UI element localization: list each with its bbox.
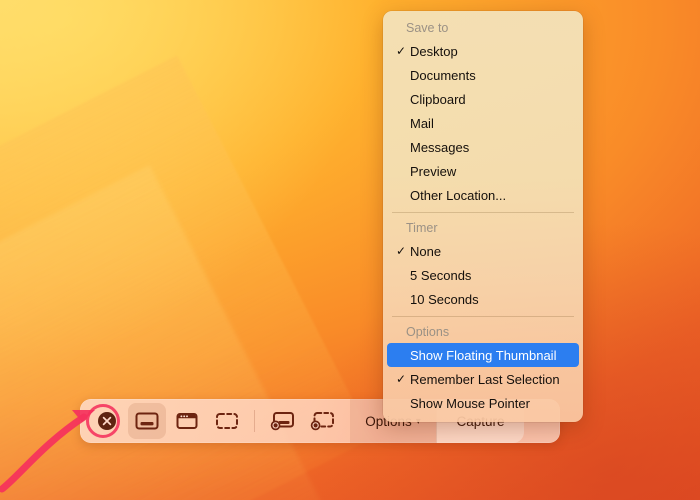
capture-window-icon [176, 413, 198, 429]
check-icon: ✓ [396, 371, 407, 386]
menu-item-show-mouse-pointer[interactable]: Show Mouse Pointer [387, 391, 579, 415]
options-dropdown-menu: Save to ✓ Desktop Documents Clipboard Ma… [383, 11, 583, 422]
menu-item-mail[interactable]: Mail [387, 111, 579, 135]
menu-item-preview[interactable]: Preview [387, 159, 579, 183]
menu-item-label: Mail [410, 115, 434, 131]
capture-selected-portion-icon [216, 413, 238, 429]
menu-item-label: 10 Seconds [410, 291, 479, 307]
menu-item-show-floating-thumbnail[interactable]: Show Floating Thumbnail [387, 343, 579, 367]
record-entire-screen-button[interactable] [263, 403, 301, 439]
wallpaper-band-2 [0, 165, 341, 500]
menu-divider [392, 316, 574, 317]
menu-item-timer-10-seconds[interactable]: 10 Seconds [387, 287, 579, 311]
close-x-circle-icon [98, 412, 116, 430]
capture-entire-screen-button[interactable] [128, 403, 166, 439]
desktop-screen: Options ▾ Capture Save to ✓ Desktop Docu… [0, 0, 700, 500]
menu-item-label: 5 Seconds [410, 267, 472, 283]
close-button[interactable] [88, 403, 126, 439]
menu-item-other-location[interactable]: Other Location... [387, 183, 579, 207]
menu-item-label: Preview [410, 163, 457, 179]
capture-entire-screen-icon [135, 412, 159, 430]
menu-item-desktop[interactable]: ✓ Desktop [387, 39, 579, 63]
menu-item-label: Other Location... [410, 187, 507, 203]
menu-item-label: Remember Last Selection [410, 371, 560, 387]
record-entire-screen-icon [270, 412, 294, 431]
menu-item-remember-last-selection[interactable]: ✓ Remember Last Selection [387, 367, 579, 391]
record-selection-button[interactable] [303, 403, 341, 439]
menu-item-label: None [410, 243, 442, 259]
menu-item-label: Show Mouse Pointer [410, 395, 530, 411]
menu-item-timer-5-seconds[interactable]: 5 Seconds [387, 263, 579, 287]
capture-window-button[interactable] [168, 403, 206, 439]
menu-section-header-options: Options [406, 325, 450, 339]
capture-selection-button[interactable] [208, 403, 246, 439]
menu-item-label: Desktop [410, 43, 458, 59]
menu-item-label: Messages [410, 139, 470, 155]
menu-section-header-timer: Timer [406, 221, 438, 235]
menu-item-label: Documents [410, 67, 476, 83]
menu-item-documents[interactable]: Documents [387, 63, 579, 87]
menu-item-label: Show Floating Thumbnail [410, 347, 557, 363]
menu-item-timer-none[interactable]: ✓ None [387, 239, 579, 263]
record-selected-portion-icon [310, 412, 334, 431]
menu-divider [392, 212, 574, 213]
check-icon: ✓ [396, 243, 407, 258]
menu-item-label: Clipboard [410, 91, 466, 107]
menu-item-messages[interactable]: Messages [387, 135, 579, 159]
check-icon: ✓ [396, 43, 407, 58]
menu-item-clipboard[interactable]: Clipboard [387, 87, 579, 111]
menu-section-header-save-to: Save to [406, 21, 449, 35]
toolbar-divider [254, 410, 255, 432]
